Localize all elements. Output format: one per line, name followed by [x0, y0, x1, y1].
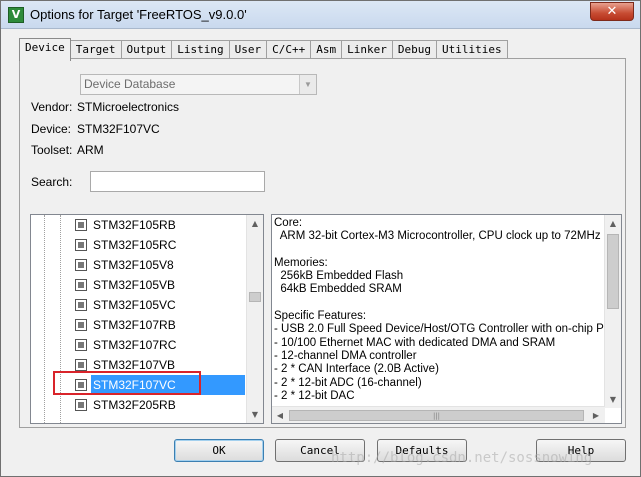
chip-icon: [75, 239, 87, 251]
chip-icon: [75, 299, 87, 311]
device-name: STM32F205RB: [93, 398, 176, 412]
tab-debug[interactable]: Debug: [391, 40, 437, 60]
close-button[interactable]: ✕: [590, 2, 634, 21]
device-database-select[interactable]: Device Database ▼: [80, 74, 317, 95]
chip-icon: [75, 319, 87, 331]
chip-icon: [75, 359, 87, 371]
toolset-value: ARM: [77, 143, 104, 157]
scroll-up-icon[interactable]: ▲: [605, 215, 621, 232]
description-vscrollbar[interactable]: ▲ ▼: [604, 215, 621, 408]
chip-icon: [75, 259, 87, 271]
tab-device[interactable]: Device: [19, 38, 71, 61]
device-name: STM32F105VB: [93, 278, 176, 292]
device-list-item[interactable]: STM32F107RB: [31, 315, 246, 335]
device-list-item[interactable]: STM32F205RB: [31, 395, 246, 415]
chip-icon: [75, 339, 87, 351]
chip-icon: [75, 219, 87, 231]
device-list-item[interactable]: STM32F105RB: [31, 215, 246, 235]
device-name: STM32F105RC: [93, 238, 177, 252]
tab-asm[interactable]: Asm: [310, 40, 343, 60]
device-value: STM32F107VC: [77, 122, 160, 136]
scrollbar-thumb[interactable]: |||: [289, 410, 584, 421]
ok-button[interactable]: OK: [174, 439, 264, 462]
options-dialog: V Options for Target 'FreeRTOS_v9.0.0' ✕…: [0, 0, 641, 477]
device-description: Core: ARM 32-bit Cortex-M3 Microcontroll…: [271, 214, 622, 424]
device-list-item[interactable]: STM32F105VC: [31, 295, 246, 315]
annotation-highlight-box: [53, 371, 201, 395]
vendor-label: Vendor:: [31, 100, 73, 114]
window-title: Options for Target 'FreeRTOS_v9.0.0': [30, 7, 247, 22]
tab-bar: Device Target Output Listing User C/C++ …: [19, 38, 508, 61]
device-list-item[interactable]: STM32F105RC: [31, 235, 246, 255]
chip-icon: [75, 279, 87, 291]
scroll-down-icon[interactable]: ▼: [247, 406, 263, 423]
tab-utilities[interactable]: Utilities: [435, 40, 508, 60]
device-description-text: Core: ARM 32-bit Cortex-M3 Microcontroll…: [274, 217, 620, 402]
chip-icon: [75, 399, 87, 411]
toolset-label: Toolset:: [31, 143, 73, 157]
device-name: STM32F107RB: [93, 318, 176, 332]
tab-listing[interactable]: Listing: [171, 40, 230, 60]
vendor-value: STMicroelectronics: [77, 100, 180, 114]
scroll-up-icon[interactable]: ▲: [247, 215, 263, 232]
tab-user[interactable]: User: [228, 40, 268, 60]
title-bar[interactable]: V Options for Target 'FreeRTOS_v9.0.0' ✕: [1, 1, 640, 29]
scroll-left-icon[interactable]: ◀: [272, 407, 288, 423]
scrollbar-thumb[interactable]: [249, 292, 261, 302]
device-name: STM32F105RB: [93, 218, 176, 232]
device-name: STM32F105V8: [93, 258, 174, 272]
tab-target[interactable]: Target: [69, 40, 122, 60]
scrollbar-thumb[interactable]: [607, 234, 619, 309]
device-label: Device:: [31, 122, 72, 136]
tab-linker[interactable]: Linker: [341, 40, 393, 60]
device-list-item[interactable]: STM32F105VB: [31, 275, 246, 295]
chevron-down-icon[interactable]: ▼: [299, 75, 316, 94]
device-database-value: Device Database: [84, 77, 176, 91]
search-label: Search:: [31, 175, 73, 189]
watermark-text: http://blog.csdn.net/sossnowing: [331, 450, 593, 466]
device-list-item[interactable]: STM32F107RC: [31, 335, 246, 355]
device-name: STM32F107RC: [93, 338, 177, 352]
description-hscrollbar[interactable]: ◀ ||| ▶: [272, 406, 605, 423]
tab-c-cpp[interactable]: C/C++: [266, 40, 312, 60]
device-tree-scrollbar[interactable]: ▲ ▼: [246, 215, 263, 423]
scroll-down-icon[interactable]: ▼: [605, 391, 621, 408]
device-name: STM32F105VC: [93, 298, 176, 312]
keil-app-icon: V: [8, 7, 24, 23]
scroll-right-icon[interactable]: ▶: [588, 407, 604, 423]
tab-output[interactable]: Output: [120, 40, 173, 60]
search-input[interactable]: [90, 171, 265, 192]
device-list-item[interactable]: STM32F105V8: [31, 255, 246, 275]
